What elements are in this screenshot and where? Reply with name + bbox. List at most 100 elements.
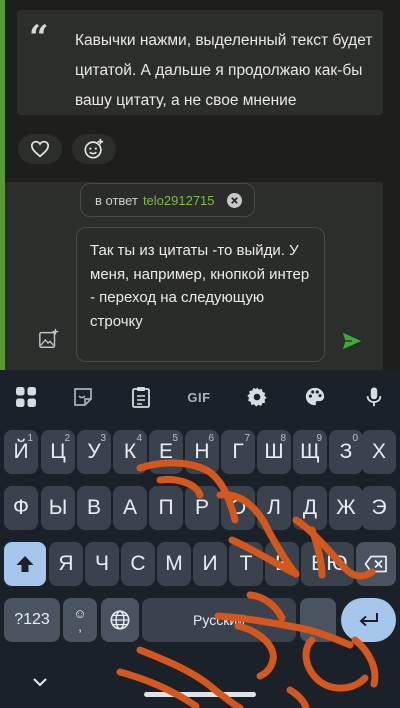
shift-icon <box>16 556 34 572</box>
key-label: Г <box>232 440 244 463</box>
key-row2-10[interactable]: Ж <box>329 486 363 530</box>
language-key[interactable] <box>101 598 139 642</box>
key-row2-5[interactable]: П <box>149 486 183 530</box>
close-circle-icon[interactable] <box>227 193 242 208</box>
key-hint: 1 <box>27 433 33 444</box>
key-row2-3[interactable]: В <box>77 486 111 530</box>
key-label: Й <box>13 440 29 463</box>
like-button[interactable] <box>18 134 62 164</box>
key-row2-1[interactable]: Ф <box>4 486 38 530</box>
key-label: Л <box>267 496 281 519</box>
gif-icon[interactable]: GIF <box>184 382 214 412</box>
key-hint: 7 <box>244 433 250 444</box>
emoji-comma-key[interactable]: ☺ , <box>63 598 97 642</box>
key-row1-2[interactable]: Ц2 <box>41 430 75 474</box>
key-hint: 4 <box>136 433 142 444</box>
key-label: А <box>122 496 137 519</box>
key-row1-3[interactable]: У3 <box>77 430 111 474</box>
key-row1-11[interactable]: Х <box>362 430 396 474</box>
key-label: В <box>86 496 101 519</box>
hide-keyboard-chevron-icon <box>33 678 47 687</box>
key-row2-2[interactable]: Ы <box>41 486 75 530</box>
backspace-key[interactable] <box>356 542 396 586</box>
clipboard-icon[interactable] <box>126 382 156 412</box>
key-row3-1[interactable]: Я <box>49 542 83 586</box>
screen: “ Кавычки нажми, выделенный текст будет … <box>0 0 400 708</box>
space-label: Русский <box>193 612 245 628</box>
key-row1-4[interactable]: К4 <box>113 430 147 474</box>
key-row2-7[interactable]: О <box>221 486 255 530</box>
period-key[interactable] <box>300 598 336 642</box>
key-label: О <box>229 496 247 519</box>
key-label: Р <box>194 496 209 519</box>
microphone-icon[interactable] <box>359 382 389 412</box>
key-label: М <box>165 552 183 575</box>
key-row1-10[interactable]: З0 <box>329 430 363 474</box>
key-label: Ч <box>95 552 109 575</box>
key-row2-4[interactable]: А <box>113 486 147 530</box>
shift-key[interactable] <box>4 542 46 586</box>
key-row3-4[interactable]: М <box>157 542 191 586</box>
theme-palette-icon[interactable] <box>300 382 330 412</box>
message-text[interactable]: Так ты из цитаты -то выйди. У меня, напр… <box>90 239 318 333</box>
message-input[interactable]: Так ты из цитаты -то выйди. У меня, напр… <box>76 227 325 362</box>
attach-image-button[interactable] <box>38 328 60 350</box>
key-hint: 6 <box>208 433 214 444</box>
key-label: Е <box>158 440 173 463</box>
space-key[interactable]: Русский <box>142 598 296 642</box>
enter-key[interactable] <box>341 598 396 642</box>
key-row3-9[interactable]: Ю <box>320 542 354 586</box>
key-row1-7[interactable]: Г7 <box>221 430 255 474</box>
globe-icon <box>110 610 130 630</box>
key-row1-9[interactable]: Щ9 <box>293 430 327 474</box>
key-row3-3[interactable]: С <box>121 542 155 586</box>
quote-icon: “ <box>29 18 49 58</box>
key-label: Т <box>239 552 253 575</box>
key-label: Ь <box>275 552 289 575</box>
symbols-label: ?123 <box>14 611 50 628</box>
key-label: Э <box>371 496 387 519</box>
reply-username[interactable]: telo2912715 <box>143 193 215 208</box>
key-row2-11[interactable]: Э <box>362 486 396 530</box>
key-label: Ф <box>13 496 29 519</box>
key-hint: 5 <box>172 433 178 444</box>
key-row3-5[interactable]: И <box>193 542 227 586</box>
key-row3-2[interactable]: Ч <box>85 542 119 586</box>
key-row1-8[interactable]: Ш8 <box>257 430 291 474</box>
key-row1-6[interactable]: Н6 <box>185 430 219 474</box>
home-indicator[interactable] <box>144 692 256 697</box>
key-row3-6[interactable]: Т <box>229 542 263 586</box>
backspace-icon <box>364 555 387 573</box>
key-label: Ц <box>50 440 66 463</box>
key-label: Ж <box>336 496 356 519</box>
key-row2-8[interactable]: Л <box>257 486 291 530</box>
key-row1-1[interactable]: Й1 <box>4 430 38 474</box>
key-label: З <box>339 440 353 463</box>
add-reaction-button[interactable] <box>72 134 116 164</box>
key-row2-9[interactable]: Д <box>293 486 327 530</box>
apps-grid-icon[interactable] <box>11 382 41 412</box>
quote-text: Кавычки нажми, выделенный текст будет ци… <box>75 32 373 109</box>
key-row1-5[interactable]: Е5 <box>149 430 183 474</box>
sticker-icon[interactable] <box>68 382 98 412</box>
key-label: Д <box>302 496 318 519</box>
add-image-icon <box>39 328 59 348</box>
add-reaction-icon <box>84 138 104 159</box>
key-label: К <box>123 440 137 463</box>
key-row2-6[interactable]: Р <box>185 486 219 530</box>
keyboard <box>0 370 400 708</box>
quote-card: “ Кавычки нажми, выделенный текст будет … <box>17 10 383 115</box>
key-hint: 0 <box>352 433 358 444</box>
key-hint: 9 <box>316 433 322 444</box>
key-row3-7[interactable]: Ь <box>265 542 299 586</box>
symbols-key[interactable]: ?123 <box>4 598 60 642</box>
key-label: П <box>158 496 174 519</box>
key-label: Я <box>58 552 74 575</box>
send-icon <box>342 332 362 350</box>
gif-label: GIF <box>187 389 211 405</box>
send-button[interactable] <box>341 330 363 352</box>
settings-gear-icon[interactable] <box>242 382 272 412</box>
key-label: Ы <box>48 496 68 519</box>
hide-keyboard-button[interactable] <box>30 674 50 690</box>
key-label: С <box>130 552 146 575</box>
